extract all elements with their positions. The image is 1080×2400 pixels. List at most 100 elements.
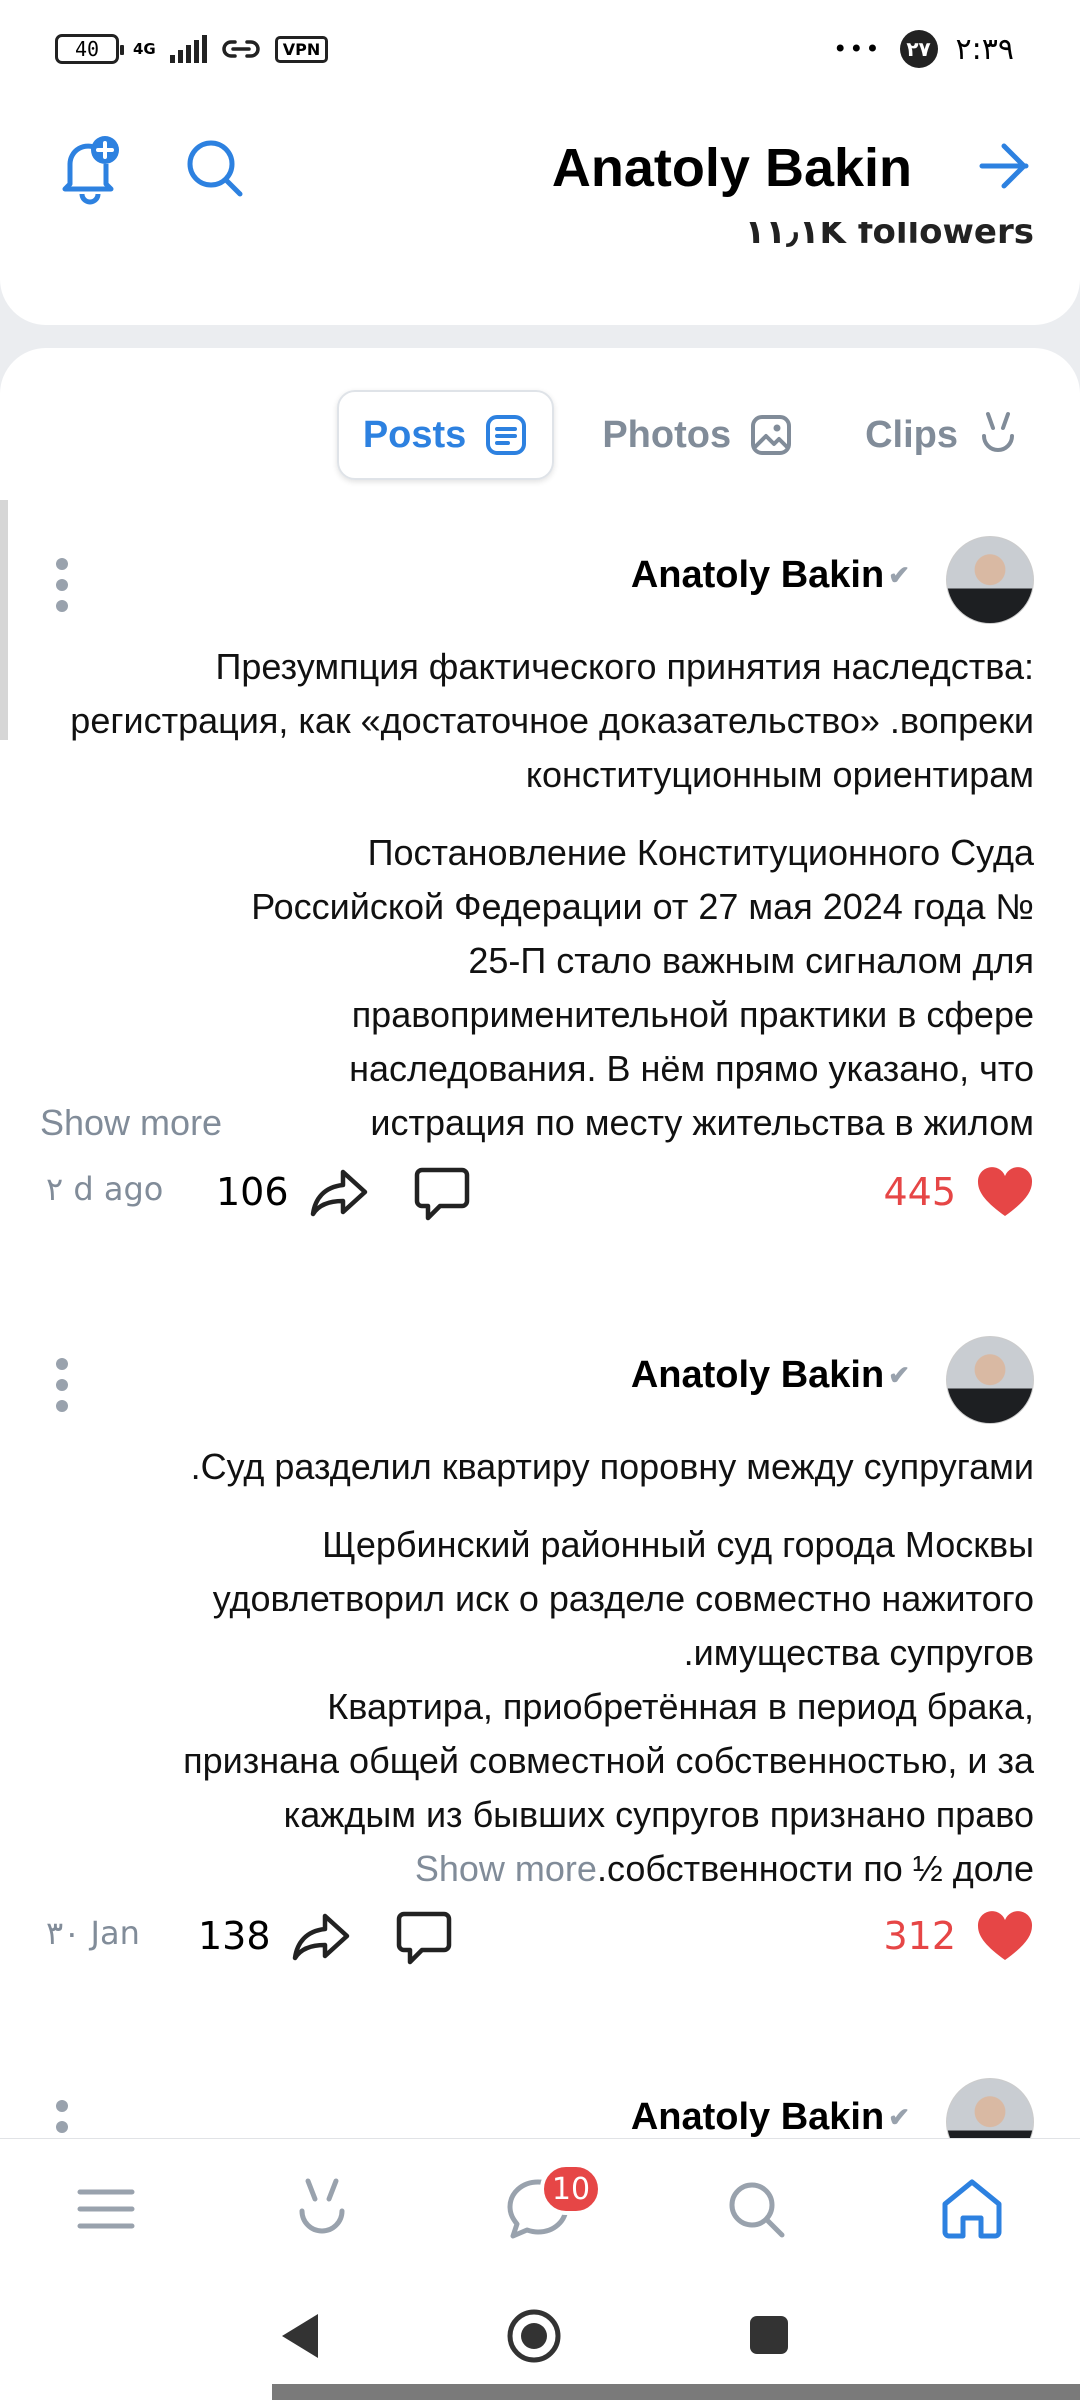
like-button[interactable]: 445: [883, 1166, 1034, 1218]
system-home-button[interactable]: [506, 2308, 562, 2368]
arrow-right-icon: [979, 143, 1029, 189]
nav-messages[interactable]: 10: [498, 2163, 602, 2249]
post-body-line: наследования. В нём прямо указано, что: [349, 1048, 1034, 1089]
share-count: 106: [216, 1170, 289, 1214]
show-more-link[interactable]: Show more: [415, 1848, 597, 1889]
post-body-line: 25-П стало важным сигналом для: [468, 940, 1034, 981]
system-recents-button[interactable]: [748, 2314, 790, 2360]
show-more-link[interactable]: Show more: [40, 1096, 222, 1150]
triangle-back-icon: [282, 2314, 318, 2358]
status-bar: 40 4G VPN ••• ۲۷ ۲:۳۹: [0, 0, 1080, 100]
heart-icon: [977, 1911, 1033, 1960]
tab-clips-label: Clips: [865, 413, 958, 456]
home-icon: [942, 2179, 1002, 2239]
post-body-line: .имущества супругов: [683, 1632, 1034, 1673]
tab-posts-label: Posts: [362, 413, 467, 456]
post-body-last-line: Show more.собственности по ½ доле: [40, 1842, 1034, 1896]
post-body-line: истрация по месту жительства в жилом: [370, 1102, 1034, 1143]
tab-clips[interactable]: Clips: [841, 390, 1044, 480]
network-type: 4G: [133, 40, 156, 58]
comment-icon: [396, 1911, 452, 1965]
page-title: Anatoly Bakin: [551, 138, 912, 198]
like-count: 445: [883, 1170, 956, 1214]
tab-posts[interactable]: Posts: [336, 390, 555, 480]
post-body-line: правоприменительной практики в сфере: [351, 994, 1034, 1035]
post-body-line: Постановление Конституционного Суда: [367, 832, 1034, 873]
post-body-line: Квартира, приобретённая в период брака,: [327, 1686, 1034, 1727]
post-menu-button[interactable]: [56, 2100, 68, 2138]
post-body: Постановление Конституционного Суда Росс…: [40, 826, 1034, 1150]
clips-icon: [299, 2178, 345, 2234]
verified-icon: ✔: [888, 1360, 910, 1390]
post-author-name: Anatoly Bakin: [630, 2096, 885, 2138]
post-title: .Суд разделил квартиру поровну между суп…: [190, 1446, 1034, 1487]
post-author[interactable]: Anatoly Bakin ✔: [631, 554, 910, 597]
vpn-badge: VPN: [274, 35, 329, 63]
post-menu-button[interactable]: [56, 558, 68, 612]
like-count: 312: [883, 1914, 956, 1958]
post-body: Щербинский районный суд города Москвы уд…: [40, 1518, 1034, 1896]
avatar[interactable]: [946, 2078, 1034, 2138]
comment-button[interactable]: [412, 1164, 472, 1228]
search-icon: [729, 2182, 785, 2238]
post-actions: ۲ d ago 106 445: [0, 1167, 1080, 1250]
post-body-line: каждым из бывших супругов признано право: [283, 1794, 1034, 1835]
post-body-line: .собственности по ½ доле: [596, 1848, 1034, 1889]
heart-icon: [977, 1167, 1033, 1216]
share-icon: [292, 1913, 349, 1961]
battery-level: 40: [74, 37, 100, 61]
nav-search[interactable]: [716, 2169, 796, 2249]
followers-count[interactable]: ۱۱٫۱K followers: [745, 222, 1034, 252]
nav-menu[interactable]: [66, 2169, 146, 2249]
add-notification-button[interactable]: [50, 128, 130, 212]
post-body-line: признана общей совместной собственностью…: [183, 1740, 1034, 1781]
circle-home-icon: [507, 2309, 561, 2363]
more-notifications-icon: •••: [833, 35, 882, 63]
tab-photos[interactable]: Photos: [578, 390, 817, 480]
like-button[interactable]: 312: [883, 1910, 1034, 1962]
avatar[interactable]: [946, 536, 1034, 624]
comment-icon: [414, 1167, 470, 1221]
profile-header: [0, 100, 1080, 325]
photo-icon: [751, 415, 792, 455]
content-tabs: Posts Photos Clips: [336, 390, 1044, 480]
verified-icon: ✔: [888, 560, 910, 590]
comment-button[interactable]: [394, 1908, 454, 1972]
post-author-name: Anatoly Bakin: [630, 1354, 885, 1396]
bottom-navigation: 10: [0, 2138, 1080, 2280]
search-icon: [187, 140, 243, 197]
battery-icon: 40: [55, 34, 124, 64]
nav-clips[interactable]: [282, 2169, 362, 2249]
post-menu-button[interactable]: [56, 1358, 68, 1412]
gesture-bar: [272, 2384, 1080, 2400]
share-button[interactable]: 106: [216, 1166, 369, 1218]
messages-badge: 10: [540, 2163, 602, 2215]
post-body-line: Российской Федерации от 27 мая 2024 года…: [251, 886, 1034, 927]
avatar[interactable]: [946, 1336, 1034, 1424]
post-date: ۲ d ago: [46, 1170, 164, 1208]
bell-plus-icon: [62, 136, 119, 205]
system-navigation-bar: [0, 2280, 1080, 2400]
share-icon: [310, 1169, 367, 1217]
post-author-name: Anatoly Bakin: [630, 554, 885, 596]
post-body-line: Щербинский районный суд города Москвы: [322, 1524, 1034, 1565]
verified-icon: ✔: [888, 2102, 910, 2132]
search-button[interactable]: [180, 128, 250, 212]
clock: ۲:۳۹: [955, 31, 1014, 67]
posts-icon: [486, 415, 527, 455]
menu-icon: [77, 2189, 135, 2229]
post-date: ۳۰ Jan: [46, 1914, 140, 1952]
notification-count-badge: ۲۷: [899, 30, 938, 68]
scroll-indicator[interactable]: [0, 500, 8, 740]
nav-home[interactable]: [932, 2169, 1012, 2249]
back-button[interactable]: [974, 136, 1034, 200]
post-body-line: удовлетворил иск о разделе совместно наж…: [212, 1578, 1034, 1619]
share-button[interactable]: 138: [198, 1910, 351, 1962]
link-icon: [222, 40, 260, 58]
square-recents-icon: [750, 2316, 788, 2354]
system-back-button[interactable]: [278, 2310, 322, 2366]
post-author[interactable]: Anatoly Bakin ✔: [631, 2096, 910, 2138]
posts-feed: Posts Photos Clips Anatoly Bakin ✔ Презум…: [0, 348, 1080, 2138]
post-title: Презумпция фактического принятия наследс…: [70, 646, 1034, 795]
post-author[interactable]: Anatoly Bakin ✔: [631, 1354, 910, 1397]
